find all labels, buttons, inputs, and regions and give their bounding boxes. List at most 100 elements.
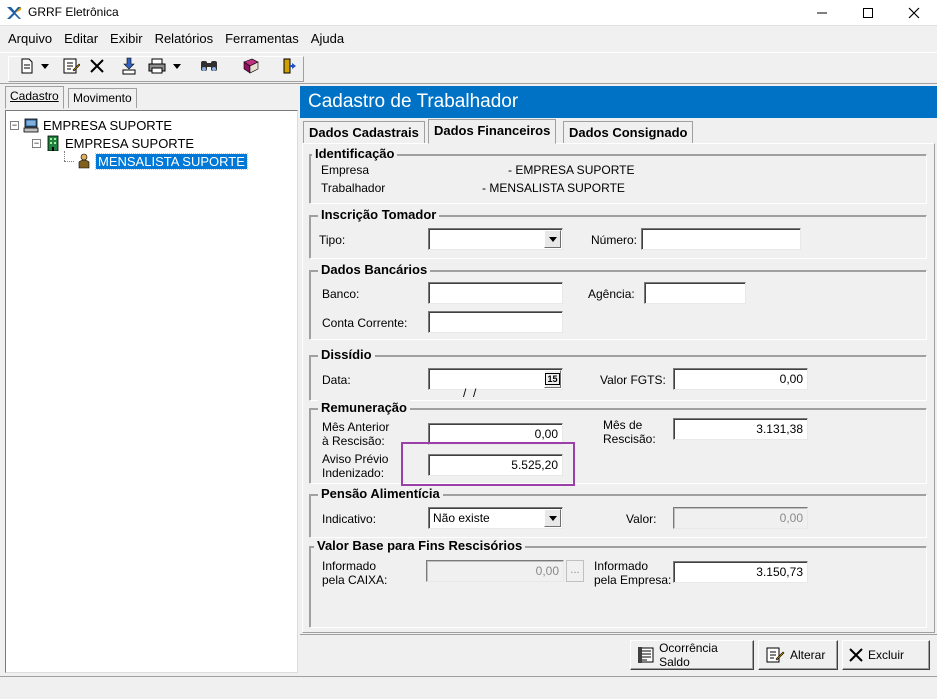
calendar-button[interactable]: 15 <box>544 370 561 388</box>
indicativo-select[interactable]: Não existe <box>428 507 563 529</box>
tree-node-root[interactable]: − EMPRESA SUPORTE <box>10 116 172 134</box>
maximize-button[interactable] <box>845 0 891 26</box>
window-title: GRRF Eletrônica <box>28 5 119 19</box>
tab-cadastro-label: Cadastro <box>10 89 59 103</box>
close-icon <box>908 7 920 19</box>
tab-cadastro[interactable]: Cadastro <box>5 86 64 109</box>
mes-anterior-input-value: 0,00 <box>534 427 558 441</box>
data-label: Data: <box>322 373 351 387</box>
status-bar <box>0 676 937 699</box>
empresa-value: - EMPRESA SUPORTE <box>508 163 635 177</box>
page-title: Cadastro de Trabalhador <box>300 86 937 118</box>
caixa-label-line2: pela CAIXA: <box>322 573 388 587</box>
tree-connector <box>64 161 74 162</box>
tab-dados-consignado-label: Dados Consignado <box>569 125 688 140</box>
building-icon <box>47 135 59 151</box>
empresa-valor-label: Informado pela Empresa: <box>594 559 671 587</box>
pensao-group: Pensão Alimentícia Indicativo: Não exist… <box>309 486 927 538</box>
chevron-down-icon <box>548 236 557 242</box>
tab-movimento[interactable]: Movimento <box>68 88 137 108</box>
empresa-valor-input[interactable]: 3.150,73 <box>673 561 808 583</box>
data-input-value: / / <box>459 386 477 400</box>
tree-node-company[interactable]: − EMPRESA SUPORTE <box>32 134 194 152</box>
tab-dados-cadastrais-label: Dados Cadastrais <box>309 125 419 140</box>
delete-icon <box>90 59 104 73</box>
alterar-button[interactable]: Alterar <box>758 640 838 670</box>
menu-editar[interactable]: Editar <box>58 31 104 46</box>
edit-record-icon <box>766 647 785 663</box>
edit-record-icon <box>63 58 80 74</box>
mes-rescisao-input[interactable]: 3.131,38 <box>673 418 808 440</box>
exit-door-icon <box>283 58 296 74</box>
caixa-label: Informado pela CAIXA: <box>322 559 387 587</box>
caixa-lookup-button[interactable]: ... <box>566 560 584 582</box>
ocorrencia-saldo-button[interactable]: Ocorrência Saldo <box>630 640 754 670</box>
new-document-icon <box>21 58 33 74</box>
indicativo-dropdown-button[interactable] <box>544 509 561 527</box>
import-button[interactable] <box>118 56 140 76</box>
conta-input[interactable] <box>428 311 563 333</box>
tree-node-worker[interactable]: MENSALISTA SUPORTE <box>76 152 248 170</box>
collapse-icon[interactable]: − <box>32 138 41 148</box>
caixa-input[interactable]: 0,00 <box>426 560 564 582</box>
data-input[interactable]: / / 15 <box>428 368 563 400</box>
help-book-icon <box>243 58 259 74</box>
delete-button[interactable] <box>86 56 108 76</box>
identificacao-group: Identificação Empresa - EMPRESA SUPORTE … <box>309 146 927 204</box>
excluir-label: Excluir <box>868 648 905 662</box>
chevron-down-icon <box>548 515 557 521</box>
highlight-box <box>401 442 575 486</box>
menu-relatorios[interactable]: Relatórios <box>149 31 220 46</box>
tab-dados-consignado[interactable]: Dados Consignado <box>563 121 694 143</box>
tab-movimento-label: Movimento <box>73 91 132 105</box>
tab-dados-financeiros[interactable]: Dados Financeiros <box>428 119 557 144</box>
binoculars-icon <box>201 61 217 71</box>
banco-input[interactable] <box>428 282 563 304</box>
toolbar <box>0 52 937 84</box>
dissidio-group: Dissídio Data: / / 15 Valor FGTS: 0,00 <box>309 347 927 401</box>
tipo-select[interactable] <box>428 228 563 250</box>
print-dropdown-button[interactable] <box>172 56 182 76</box>
close-button[interactable] <box>891 0 937 26</box>
exit-button[interactable] <box>278 56 300 76</box>
numero-label: Número: <box>591 233 638 247</box>
tree-root-label: EMPRESA SUPORTE <box>43 117 173 133</box>
empresa-label: Empresa <box>321 163 370 177</box>
numero-input[interactable] <box>641 228 801 250</box>
print-button[interactable] <box>146 56 168 76</box>
menu-exibir[interactable]: Exibir <box>104 31 149 46</box>
caixa-label-line1: Informado <box>322 559 377 573</box>
collapse-icon[interactable]: − <box>10 120 19 130</box>
tree-worker-label: MENSALISTA SUPORTE <box>95 152 248 170</box>
remuneracao-title: Remuneração <box>318 400 410 415</box>
alterar-label: Alterar <box>790 648 826 662</box>
new-dropdown-button[interactable] <box>40 56 50 76</box>
bancarios-title: Dados Bancários <box>318 262 431 277</box>
mes-anterior-label-line2: à Rescisão: <box>322 434 385 448</box>
aviso-label: Aviso Prévio Indenizado: <box>322 452 388 480</box>
new-document-button[interactable] <box>16 56 38 76</box>
agencia-input[interactable] <box>644 282 746 304</box>
edit-record-button[interactable] <box>60 56 82 76</box>
search-button[interactable] <box>198 56 220 76</box>
pensao-valor-input[interactable]: 0,00 <box>673 507 808 529</box>
left-pane: Cadastro Movimento − EMPRESA SUPORTE − E… <box>0 86 300 674</box>
menu-ajuda[interactable]: Ajuda <box>305 31 350 46</box>
indicativo-select-value: Não existe <box>433 511 490 525</box>
help-book-button[interactable] <box>240 56 262 76</box>
minimize-button[interactable] <box>799 0 845 26</box>
menu-arquivo[interactable]: Arquivo <box>2 31 58 46</box>
fgts-label: Valor FGTS: <box>600 373 666 387</box>
fgts-input[interactable]: 0,00 <box>673 368 808 390</box>
pensao-valor-label: Valor: <box>626 512 657 526</box>
menu-ferramentas[interactable]: Ferramentas <box>219 31 305 46</box>
fgts-input-value: 0,00 <box>779 372 803 386</box>
computer-icon <box>23 118 39 133</box>
tab-dados-cadastrais[interactable]: Dados Cadastrais <box>303 121 425 143</box>
printer-icon <box>148 58 166 74</box>
trabalhador-value: - MENSALISTA SUPORTE <box>482 181 625 195</box>
calendar-icon: 15 <box>545 373 560 385</box>
tipo-dropdown-button[interactable] <box>544 230 561 248</box>
empresa-valor-label-line2: pela Empresa: <box>594 573 672 587</box>
excluir-button[interactable]: Excluir <box>842 640 930 670</box>
